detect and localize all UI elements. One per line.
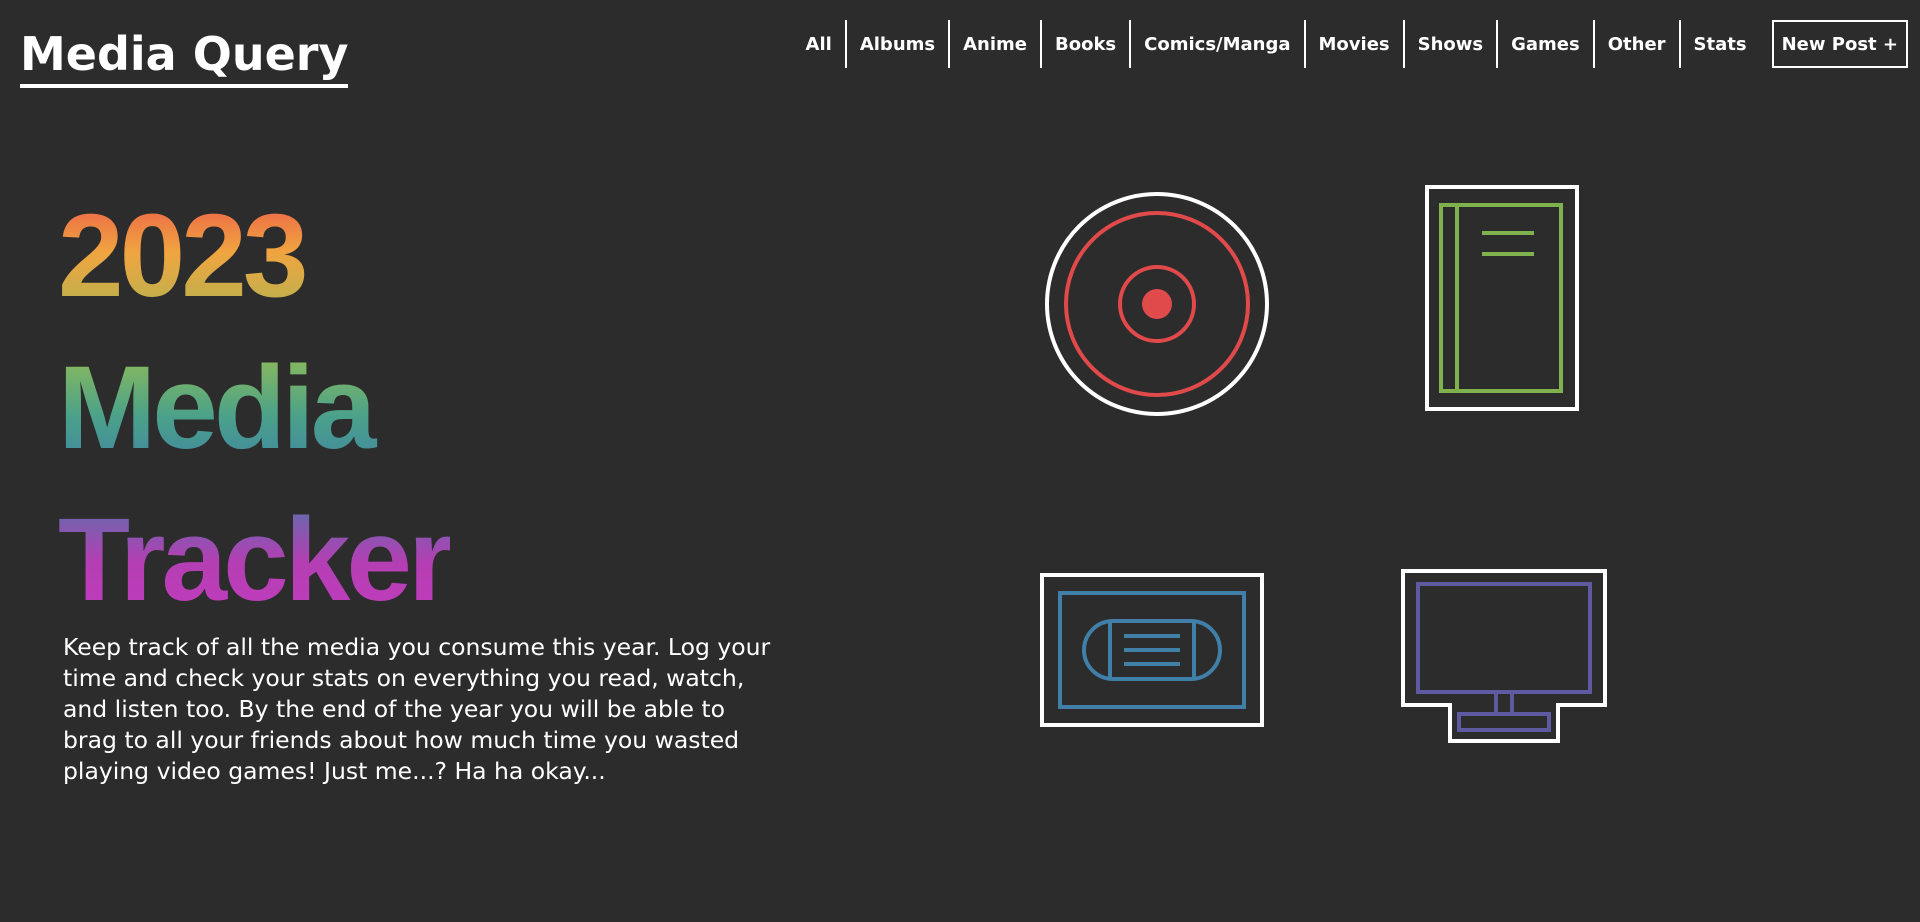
nav-other[interactable]: Other — [1592, 20, 1679, 68]
nav-anime[interactable]: Anime — [948, 20, 1040, 68]
hero-title-tracker: Tracker — [58, 484, 454, 636]
hero-title-year: 2023 — [58, 180, 450, 332]
nav-movies[interactable]: Movies — [1303, 20, 1403, 68]
main-nav: All Albums Anime Books Comics/Manga Movi… — [793, 20, 1908, 68]
tv-icon — [1401, 569, 1607, 743]
hero-title: 2023 Media Tracker — [58, 180, 454, 636]
hero-title-media: Media — [58, 332, 450, 484]
hero-description: Keep track of all the media you consume … — [63, 633, 771, 785]
nav-shows[interactable]: Shows — [1402, 20, 1497, 68]
nav-all[interactable]: All — [793, 20, 845, 68]
nav-games[interactable]: Games — [1496, 20, 1593, 68]
new-post-button[interactable]: New Post + — [1771, 20, 1908, 68]
nav-comics-manga[interactable]: Comics/Manga — [1129, 20, 1303, 68]
book-icon — [1425, 185, 1579, 411]
brand-logo[interactable]: Media Query — [20, 24, 349, 88]
vhs-tape-icon — [1040, 573, 1264, 727]
nav-albums[interactable]: Albums — [844, 20, 948, 68]
nav-stats[interactable]: Stats — [1678, 20, 1760, 68]
nav-books[interactable]: Books — [1040, 20, 1129, 68]
disc-icon — [1045, 192, 1269, 416]
